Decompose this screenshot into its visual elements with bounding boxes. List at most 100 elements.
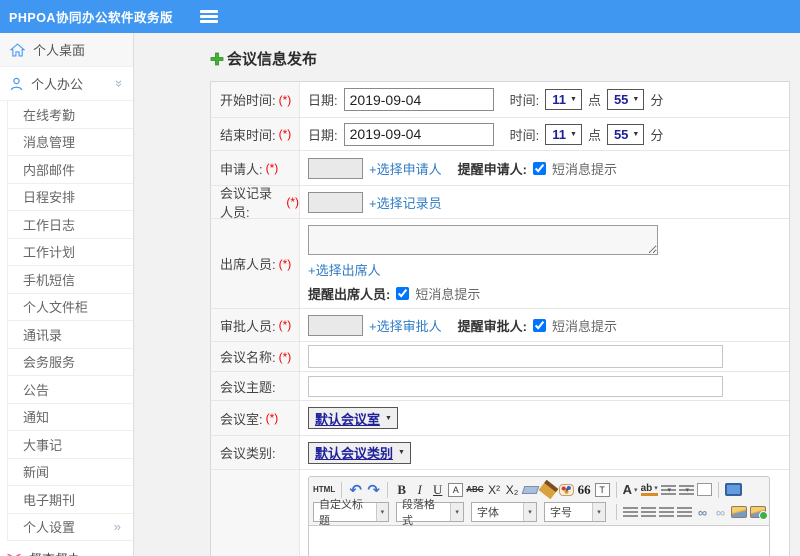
sidebar-item-label: 个人办公 (31, 77, 84, 92)
sidebar-item[interactable]: 日程安排 (8, 184, 133, 211)
sidebar-item-supervise[interactable]: 督查督办 » (0, 541, 133, 556)
editor-content-area[interactable] (309, 525, 769, 556)
strikethrough-icon[interactable]: ABC (466, 481, 483, 498)
sidebar-item[interactable]: 内部邮件 (8, 156, 133, 184)
sidebar-item[interactable]: 工作日志 (8, 211, 133, 239)
font-family-select[interactable]: 字体 ▾ (471, 502, 537, 522)
sidebar-item[interactable]: 会务服务 (8, 349, 133, 376)
ordered-list-icon[interactable]: ▾ (660, 484, 676, 495)
sidebar-item[interactable]: 大事记 (8, 431, 133, 459)
start-date-input[interactable] (343, 88, 494, 111)
applicant-sms-checkbox[interactable] (532, 161, 546, 175)
image-icon[interactable] (731, 506, 747, 518)
choose-recorder-link[interactable]: +选择记录员 (369, 193, 442, 212)
sidebar-item[interactable]: 新闻 (8, 459, 133, 486)
sidebar-item-desktop[interactable]: 个人桌面 (0, 33, 133, 67)
sidebar-item[interactable]: 在线考勤 (8, 101, 133, 129)
sms-remind-label: 短消息提示 (551, 318, 617, 334)
sidebar-item-label: 通知 (23, 410, 50, 426)
sidebar-item-office[interactable]: 个人办公 » (0, 67, 133, 101)
select-caret-icon: ▼ (570, 130, 577, 138)
attendee-sms-checkbox[interactable] (396, 287, 410, 300)
end-date-input[interactable] (343, 122, 494, 146)
meeting-category-select[interactable]: 默认会议类别 ▼ (308, 441, 411, 464)
required-mark: (*) (286, 195, 299, 209)
superscript-icon[interactable]: X² (487, 481, 502, 498)
align-center-icon[interactable] (641, 507, 656, 517)
paragraph-format-select[interactable]: 段落格式 ▾ (396, 499, 464, 527)
choose-attendee-link[interactable]: +选择出席人 (308, 260, 381, 279)
field-label: 会议名称: (220, 350, 276, 365)
applicant-input[interactable] (308, 157, 363, 179)
dropdown-caret-icon: ▾ (654, 484, 658, 492)
meeting-form: 开始时间: (*) 日期: 时间: 11▼ 点 55▼ 分 结束时间: (*) (210, 81, 790, 556)
menu-toggle-icon[interactable] (199, 10, 218, 23)
meeting-name-input[interactable] (308, 345, 723, 368)
end-minute-select[interactable]: 55 ▼ (606, 123, 645, 145)
attendees-textarea[interactable] (308, 225, 658, 255)
blockquote-icon[interactable]: 66 (577, 481, 592, 498)
approver-sms-checkbox[interactable] (532, 318, 546, 332)
format-brush-icon[interactable] (538, 479, 558, 500)
align-right-icon[interactable] (659, 507, 674, 517)
sidebar-item[interactable]: 消息管理 (8, 129, 133, 156)
start-hour-select[interactable]: 11 ▼ (545, 89, 582, 110)
user-icon (10, 77, 23, 90)
highlight-color-icon[interactable]: ab ▾ (640, 483, 658, 496)
meeting-room-select[interactable]: 默认会议室 ▼ (308, 407, 398, 429)
field-label: 会议类别: (220, 446, 276, 461)
recorder-input[interactable] (308, 191, 363, 213)
unordered-list-icon[interactable]: ▾ (678, 484, 694, 495)
select-label: 自定义标题 (319, 499, 363, 527)
sidebar-item[interactable]: 电子期刊 (8, 486, 133, 514)
paste-text-icon[interactable]: T (594, 482, 610, 497)
sidebar-item[interactable]: 公告 (8, 376, 133, 404)
field-label: 审批人员: (220, 318, 276, 334)
link-icon[interactable]: ∞ (695, 504, 710, 521)
editor-toolbar-row1: HTML ↶ ↷ B I U A ABC X² X₂ ▾ 66 T A ▾ ab ▾ ▾ ▾ (309, 477, 769, 501)
choose-approver-link[interactable]: +选择审批人 (369, 316, 442, 335)
sidebar-item-label: 日程安排 (23, 190, 76, 206)
required-mark: (*) (278, 349, 292, 364)
sidebar-item[interactable]: 工作计划 (8, 239, 133, 266)
align-justify-icon[interactable] (677, 507, 692, 517)
sidebar-item[interactable]: 通知 (8, 404, 133, 431)
screenshot-icon[interactable] (750, 506, 768, 520)
custom-title-select[interactable]: 自定义标题 ▾ (313, 499, 389, 527)
media-icon[interactable] (769, 506, 770, 519)
fullscreen-icon[interactable] (724, 483, 742, 496)
remind-attendee-label: 提醒出席人员: (308, 287, 391, 302)
sidebar-item-settings[interactable]: 个人设置 » (8, 514, 133, 541)
minute-unit-label: 分 (650, 93, 664, 108)
select-caret-icon: ▼ (570, 96, 577, 103)
new-page-icon[interactable] (696, 483, 712, 496)
end-hour-select[interactable]: 11 ▼ (545, 123, 582, 145)
font-size-select[interactable]: 字号 ▾ (544, 502, 606, 522)
font-dialog-icon[interactable]: A (448, 482, 464, 497)
supervise-icon (7, 553, 21, 556)
sidebar-item-label: 会务服务 (23, 355, 76, 371)
meeting-subject-input[interactable] (308, 375, 723, 397)
font-color-icon[interactable]: A ▾ (623, 481, 638, 498)
add-icon (210, 52, 224, 65)
align-left-icon[interactable] (623, 507, 638, 517)
subscript-icon[interactable]: X₂ (505, 481, 520, 498)
dropdown-caret-icon: ▾ (685, 486, 689, 494)
sidebar-item-label: 督查督办 (29, 549, 81, 556)
sidebar-item-label: 公告 (23, 382, 50, 398)
select-caret-icon: ▼ (632, 130, 640, 138)
start-minute-select[interactable]: 55 ▼ (606, 89, 645, 110)
sidebar-item[interactable]: 手机短信 (8, 266, 133, 294)
sidebar-item-label: 通讯录 (23, 327, 63, 343)
required-mark: (*) (265, 411, 279, 425)
choose-applicant-link[interactable]: +选择申请人 (369, 159, 442, 178)
sidebar-item-label: 个人文件柜 (23, 300, 89, 316)
sidebar-item[interactable]: 个人文件柜 (8, 294, 133, 321)
sidebar-item[interactable]: 通讯录 (8, 321, 133, 349)
approver-input[interactable] (308, 314, 363, 336)
eraser-icon[interactable] (521, 485, 539, 494)
hour-unit-label: 点 (587, 93, 601, 108)
anchor-icon[interactable]: ∞ (713, 504, 728, 521)
sidebar-item-label: 在线考勤 (23, 107, 76, 123)
color-palette-icon[interactable]: ▾ (558, 483, 574, 496)
